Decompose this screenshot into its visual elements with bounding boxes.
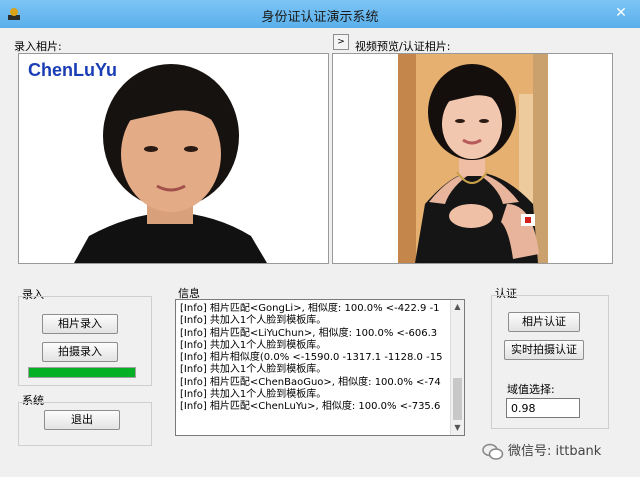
- log-line: [Info] 相片匹配<ChenBaoGuo>, 相似度: 100.0% <-7…: [180, 376, 441, 388]
- scroll-thumb[interactable]: [453, 378, 462, 420]
- enroll-progress-fill: [29, 368, 135, 377]
- close-icon[interactable]: ✕: [610, 2, 632, 24]
- scroll-down-icon[interactable]: ▼: [451, 421, 464, 435]
- log-line: [Info] 相片匹配<ChenLuYu>, 相似度: 100.0% <-735…: [180, 401, 441, 413]
- exit-button[interactable]: 退出: [44, 410, 120, 430]
- capture-enroll-button[interactable]: 拍摄录入: [42, 342, 118, 362]
- enroll-progress-bar: [28, 367, 136, 378]
- wechat-watermark: 微信号: ittbank: [482, 440, 601, 461]
- info-log[interactable]: [Info] 相片匹配<GongLi>, 相似度: 100.0% <-422.9…: [175, 299, 465, 436]
- log-line: [Info] 共加入1个人脸到模板库。: [180, 315, 327, 327]
- window-title: 身份证认证演示系统: [261, 10, 379, 25]
- wechat-icon: [482, 443, 504, 460]
- log-line: [Info] 共加入1个人脸到模板库。: [180, 364, 327, 376]
- preview-label: 视频预览/认证相片:: [355, 40, 451, 53]
- realtime-auth-button[interactable]: 实时拍摄认证: [504, 340, 584, 360]
- preview-photo: [333, 54, 612, 263]
- enrolled-name-text: ChenLuYu: [28, 60, 117, 80]
- log-line: [Info] 相片匹配<LiYuChun>, 相似度: 100.0% <-606…: [180, 327, 438, 339]
- preview-toggle-button[interactable]: >: [333, 34, 349, 50]
- log-scrollbar[interactable]: ▲ ▼: [450, 300, 464, 435]
- log-line: [Info] 相片相似度(0.0% <-1590.0 -1317.1 -1128…: [180, 352, 443, 364]
- title-bar: 身份证认证演示系统 ✕: [0, 0, 640, 28]
- photo-enroll-button[interactable]: 相片录入: [42, 314, 118, 334]
- log-lines: [Info] 相片匹配<GongLi>, 相似度: 100.0% <-422.9…: [180, 303, 452, 414]
- threshold-input[interactable]: [506, 398, 580, 418]
- enroll-photo-label: 录入相片:: [14, 40, 62, 53]
- enrolled-face-photo: [19, 54, 328, 263]
- preview-view: [332, 53, 613, 264]
- scroll-up-icon[interactable]: ▲: [451, 300, 464, 314]
- log-line: [Info] 共加入1个人脸到模板库。: [180, 339, 327, 351]
- threshold-label: 域值选择:: [507, 383, 555, 396]
- photo-auth-button[interactable]: 相片认证: [508, 312, 580, 332]
- log-line: [Info] 共加入1个人脸到模板库。: [180, 389, 327, 401]
- enroll-photo-view: ChenLuYu: [18, 53, 329, 264]
- wechat-text: 微信号: ittbank: [508, 444, 602, 459]
- log-line: [Info] 相片匹配<GongLi>, 相似度: 100.0% <-422.9…: [180, 303, 440, 314]
